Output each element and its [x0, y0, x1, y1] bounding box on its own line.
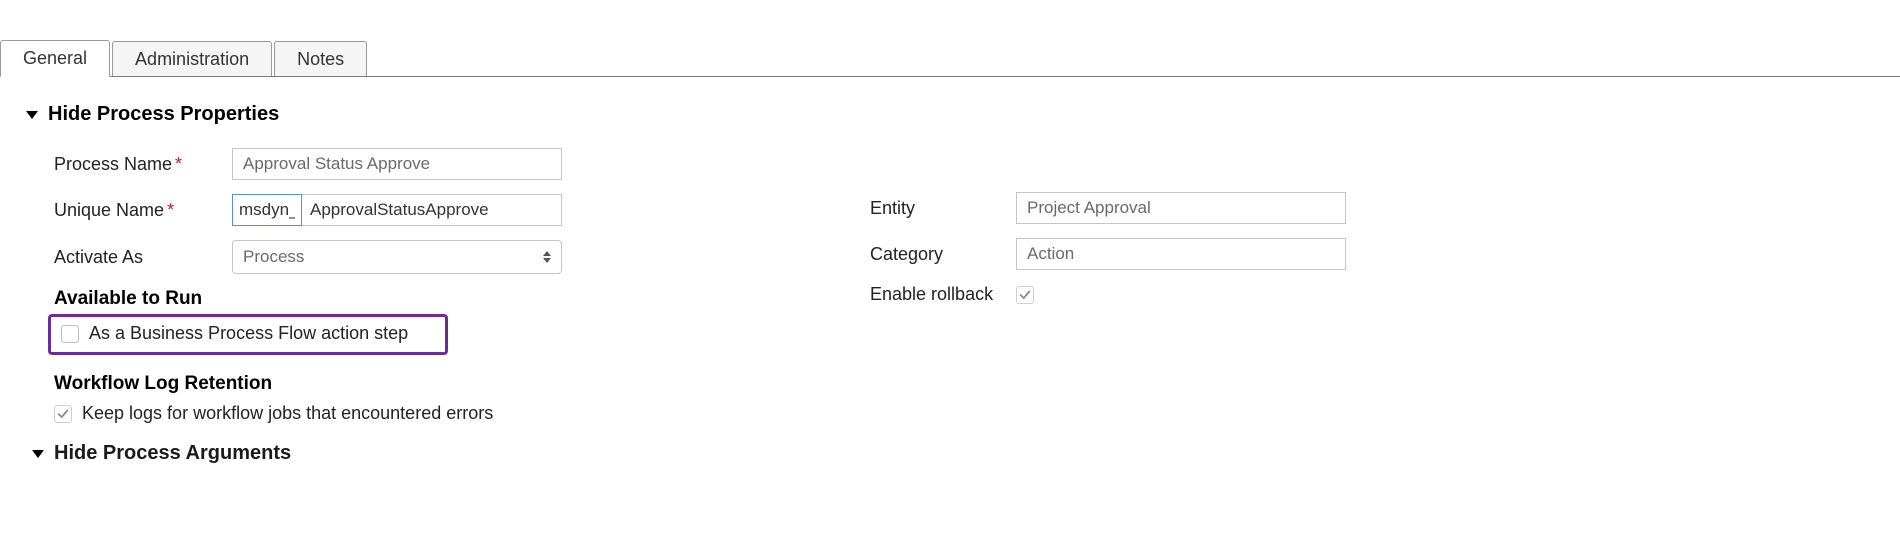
enable-rollback-label: Enable rollback — [870, 284, 1016, 305]
bpf-step-checkbox[interactable] — [61, 325, 79, 343]
updown-icon — [543, 251, 551, 263]
caret-down-icon — [32, 450, 44, 458]
required-asterisk: * — [167, 200, 174, 221]
keep-logs-label: Keep logs for workflow jobs that encount… — [82, 403, 493, 424]
tab-notes[interactable]: Notes — [274, 41, 367, 77]
tab-general[interactable]: General — [0, 40, 110, 77]
entity-input[interactable] — [1016, 192, 1346, 224]
entity-label: Entity — [870, 198, 1016, 219]
category-label: Category — [870, 244, 1016, 265]
section-process-properties[interactable]: Hide Process Properties — [20, 103, 1880, 126]
tab-administration[interactable]: Administration — [112, 41, 272, 77]
section-process-arguments[interactable]: Hide Process Arguments — [26, 442, 840, 465]
category-input[interactable] — [1016, 238, 1346, 270]
section-process-properties-label: Hide Process Properties — [48, 103, 279, 126]
enable-rollback-checkbox[interactable] — [1016, 286, 1034, 304]
unique-name-label: Unique Name* — [54, 200, 232, 221]
activate-as-value: Process — [243, 247, 304, 267]
process-name-input[interactable] — [232, 148, 562, 180]
caret-down-icon — [26, 111, 38, 119]
tab-underline — [0, 76, 1900, 77]
section-process-arguments-label: Hide Process Arguments — [54, 442, 291, 465]
available-to-run-heading: Available to Run — [54, 288, 840, 310]
workflow-log-retention-heading: Workflow Log Retention — [54, 373, 840, 395]
activate-as-select[interactable]: Process — [232, 240, 562, 274]
tab-row: General Administration Notes — [0, 40, 1900, 77]
bpf-highlight-box: As a Business Process Flow action step — [48, 314, 448, 355]
unique-name-input[interactable] — [302, 194, 562, 226]
unique-name-prefix-input[interactable] — [232, 194, 302, 226]
activate-as-label: Activate As — [54, 247, 232, 268]
process-name-label: Process Name* — [54, 154, 232, 175]
unique-name-composite — [232, 194, 562, 226]
keep-logs-checkbox[interactable] — [54, 405, 72, 423]
required-asterisk: * — [175, 154, 182, 175]
bpf-step-label: As a Business Process Flow action step — [89, 323, 408, 344]
